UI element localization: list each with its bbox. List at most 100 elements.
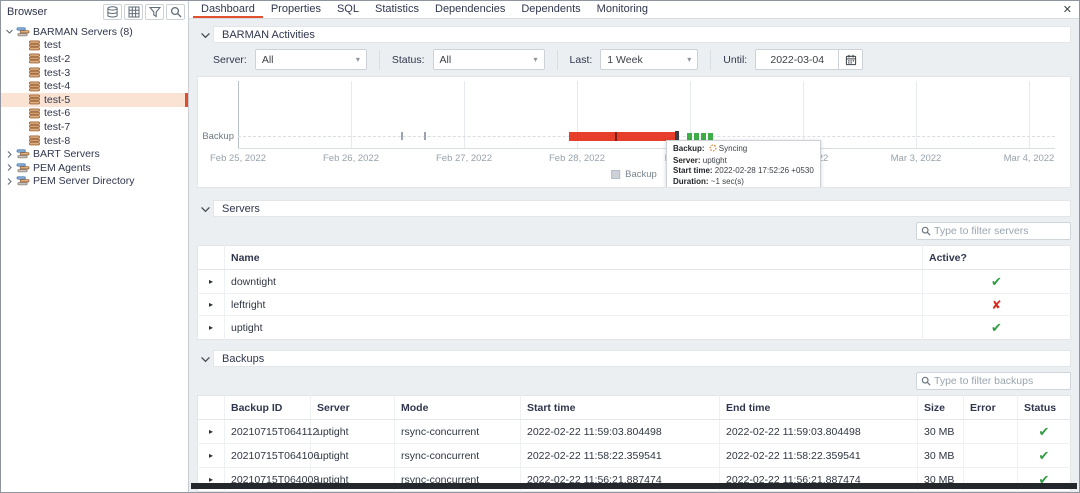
section-backups: Backups <box>197 350 1071 367</box>
search-icon[interactable] <box>166 4 185 20</box>
status-filter-select[interactable]: All ▾ <box>433 49 545 70</box>
status-cell: ✘ <box>923 294 1071 316</box>
row-expander-icon[interactable]: ▸ <box>198 316 225 340</box>
search-icon <box>921 226 931 236</box>
row-expander-icon[interactable]: ▸ <box>198 294 225 316</box>
status-cell: ✔ <box>1018 444 1071 468</box>
tree-item-test-5[interactable]: test-5 <box>1 93 188 107</box>
cell-size: 30 MB <box>918 444 964 468</box>
cell-mode: rsync-concurrent <box>395 420 521 444</box>
tree-item-pem-server-directory[interactable]: PEM Server Directory <box>1 175 188 189</box>
table-row[interactable]: ▸20210715T064106uptightrsync-concurrent2… <box>198 444 1071 468</box>
tab-dependents[interactable]: Dependents <box>513 1 588 18</box>
chevron-down-icon[interactable] <box>197 204 213 214</box>
row-expander-icon[interactable]: ▸ <box>198 444 225 468</box>
until-date-input[interactable] <box>755 49 839 70</box>
tab-monitoring[interactable]: Monitoring <box>589 1 656 18</box>
close-icon[interactable]: ✕ <box>1063 3 1072 16</box>
barman-server-icon <box>28 121 41 132</box>
last-filter-label: Last: <box>570 54 593 66</box>
cell-name: leftright <box>225 294 923 316</box>
tree-item-test-2[interactable]: test-2 <box>1 52 188 66</box>
horizontal-scrollbar[interactable] <box>191 483 1077 489</box>
row-expander-icon[interactable]: ▸ <box>198 270 225 294</box>
calendar-icon[interactable] <box>839 49 863 70</box>
column-header-mode: Mode <box>395 396 521 420</box>
activities-timeline-chart: Feb 25, 2022Feb 26, 2022Feb 27, 2022Feb … <box>197 76 1071 188</box>
cell-start-time: 2022-02-22 11:58:22.359541 <box>521 444 720 468</box>
syncing-dash <box>708 133 713 140</box>
divider <box>710 50 711 70</box>
chevron-down-icon[interactable] <box>197 30 213 40</box>
x-axis-tick-label: Feb 28, 2022 <box>537 153 617 164</box>
chevron-down-icon[interactable] <box>197 354 213 364</box>
expander-column-header <box>198 246 225 270</box>
cell-backup-id: 20210715T064112 <box>225 420 311 444</box>
legend-swatch-backup <box>611 170 620 179</box>
barman-server-icon <box>28 53 41 64</box>
grid-icon[interactable] <box>124 4 143 20</box>
column-header-start-time: Start time <box>521 396 720 420</box>
cell-server: uptight <box>311 444 395 468</box>
column-header-server: Server <box>311 396 395 420</box>
table-row[interactable]: ▸20210715T064112uptightrsync-concurrent2… <box>198 420 1071 444</box>
tree-item-label: test <box>44 39 61 51</box>
servers-filter-input[interactable] <box>934 225 1066 237</box>
server-group-icon <box>16 26 30 38</box>
tooltip-line: Backup: Syncing <box>673 144 814 156</box>
tree-item-test-4[interactable]: test-4 <box>1 79 188 93</box>
tree-item-barman-servers-8[interactable]: BARMAN Servers (8) <box>1 25 188 39</box>
backup-bar <box>569 132 675 141</box>
x-axis-tick-label: Feb 25, 2022 <box>198 153 278 164</box>
chevron-right-icon[interactable] <box>3 150 15 159</box>
tree-item-pem-agents[interactable]: PEM Agents <box>1 161 188 175</box>
expander-column-header <box>198 396 225 420</box>
tab-dashboard[interactable]: Dashboard <box>193 1 263 18</box>
tree-item-label: test-7 <box>44 121 70 133</box>
status-filter-label: Status: <box>392 54 425 66</box>
filter-icon[interactable] <box>145 4 164 20</box>
legend-label: Backup <box>625 169 657 180</box>
servers-icon[interactable] <box>103 4 122 20</box>
active-check-icon: ✔ <box>991 274 1002 289</box>
tab-dependencies[interactable]: Dependencies <box>427 1 513 18</box>
backups-filter-input[interactable] <box>934 375 1066 387</box>
syncing-dash <box>694 133 699 140</box>
chart-legend: Backup <box>611 169 657 180</box>
server-filter-select[interactable]: All ▾ <box>255 49 367 70</box>
chart-gridline <box>238 81 239 148</box>
cell-start-time: 2022-02-22 11:59:03.804498 <box>521 420 720 444</box>
chart-tooltip: Backup: SyncingServer: uptightStart time… <box>666 140 821 188</box>
active-check-icon: ✔ <box>1039 448 1050 463</box>
chevron-right-icon[interactable] <box>3 177 15 186</box>
tab-bar: DashboardPropertiesSQLStatisticsDependen… <box>189 1 1079 19</box>
tree-item-test-7[interactable]: test-7 <box>1 120 188 134</box>
table-row[interactable]: ▸downtight✔ <box>198 270 1071 294</box>
last-filter-select[interactable]: 1 Week ▾ <box>600 49 698 70</box>
tab-sql[interactable]: SQL <box>329 1 367 18</box>
table-row[interactable]: ▸uptight✔ <box>198 316 1071 340</box>
row-expander-icon[interactable]: ▸ <box>198 420 225 444</box>
chevron-down-icon[interactable] <box>3 27 15 36</box>
inactive-cross-icon: ✘ <box>991 298 1001 312</box>
chevron-right-icon[interactable] <box>3 163 15 172</box>
tree-item-label: PEM Agents <box>33 162 91 174</box>
tree-item-test-8[interactable]: test-8 <box>1 134 188 148</box>
tree-item-label: test-5 <box>44 94 70 106</box>
tab-statistics[interactable]: Statistics <box>367 1 427 18</box>
table-row[interactable]: ▸leftright ✘ <box>198 294 1071 316</box>
tree-item-test-6[interactable]: test-6 <box>1 107 188 121</box>
tree-item-label: PEM Server Directory <box>33 175 135 187</box>
cell-error <box>964 420 1018 444</box>
tab-properties[interactable]: Properties <box>263 1 329 18</box>
tree-item-bart-servers[interactable]: BART Servers <box>1 147 188 161</box>
servers-title: Servers <box>222 203 260 215</box>
column-header-active: Active? <box>923 246 1071 270</box>
browser-header: Browser <box>1 1 188 23</box>
backups-header: Backups <box>213 350 1071 367</box>
cell-name: uptight <box>225 316 923 340</box>
tree-item-label: test-6 <box>44 107 70 119</box>
tree-item-test-3[interactable]: test-3 <box>1 66 188 80</box>
section-barman-activities: BARMAN Activities <box>197 26 1071 43</box>
tree-item-test[interactable]: test <box>1 39 188 53</box>
